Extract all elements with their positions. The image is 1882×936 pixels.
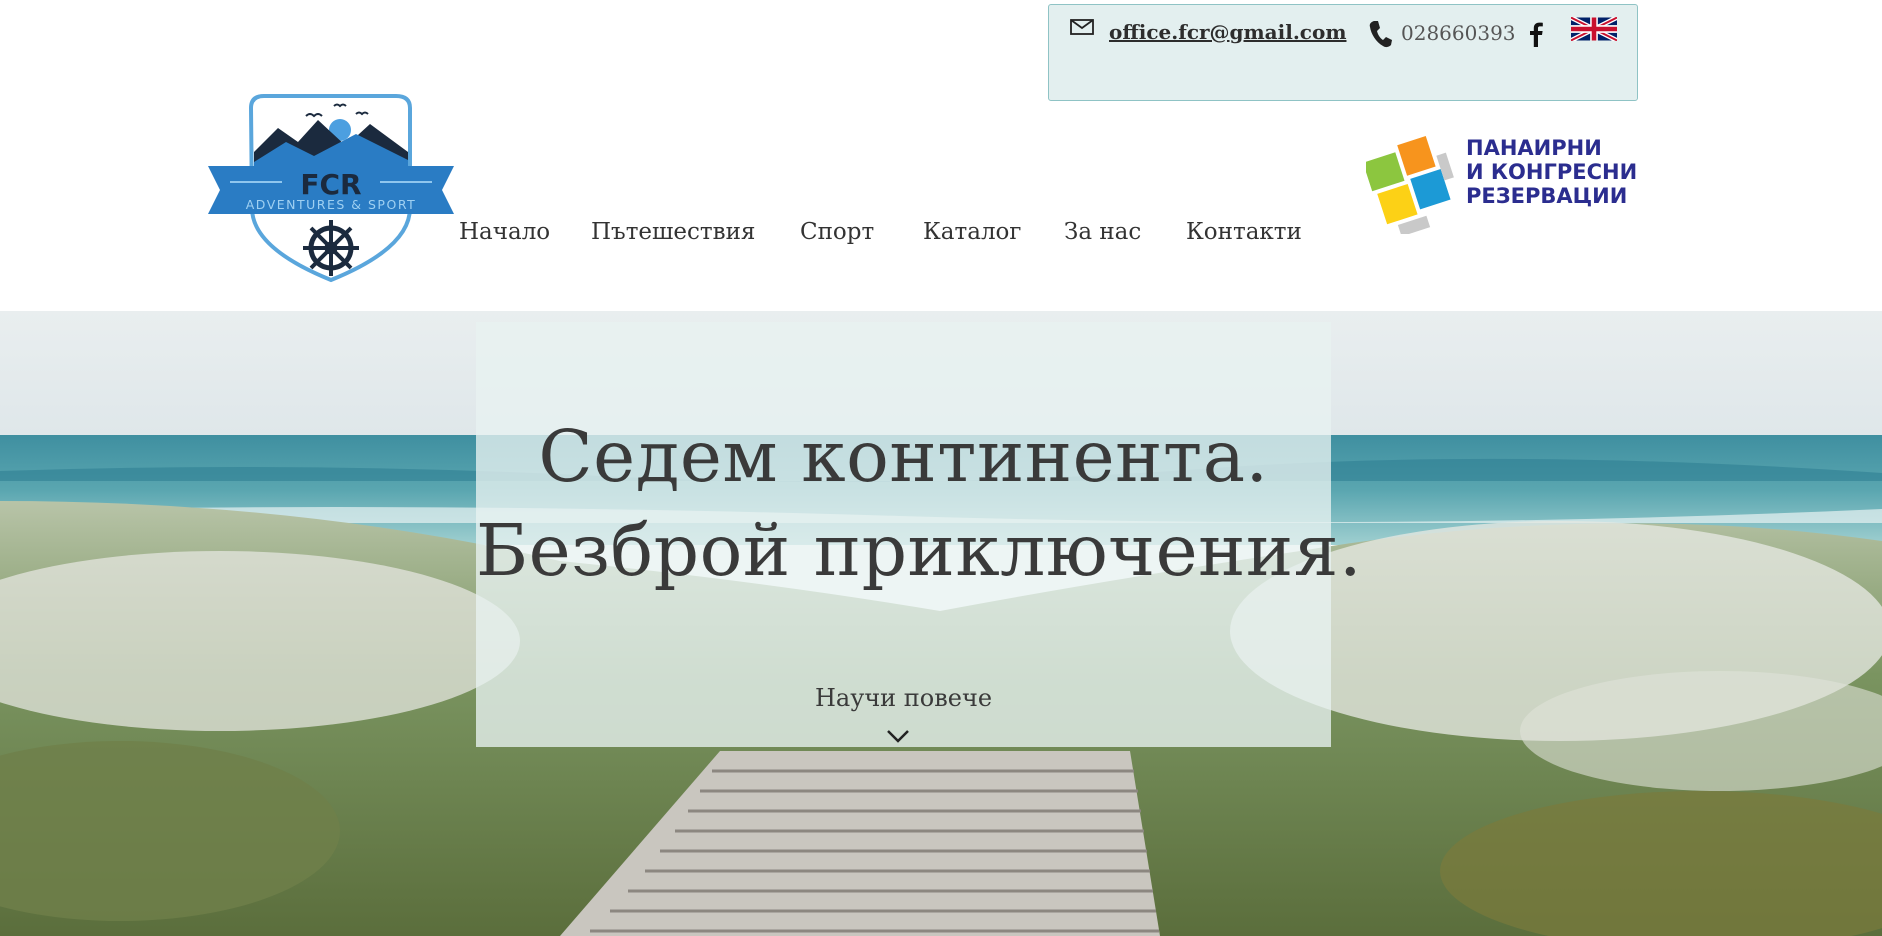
- nav-item-travel[interactable]: Пътешествия: [591, 219, 755, 245]
- hero-title-line-2: Безброй приключения.: [476, 509, 1363, 592]
- learn-more-link[interactable]: Научи повече: [476, 684, 1331, 712]
- logo-tagline: ADVENTURES & SPORT: [246, 197, 416, 212]
- partner-name: ПАНАИРНИ И КОНГРЕСНИ РЕЗЕРВАЦИИ: [1466, 136, 1637, 208]
- hero-panel: Седем континента. Безброй приключения. Н…: [476, 322, 1363, 748]
- nav-item-home[interactable]: Начало: [459, 219, 550, 245]
- phone-number[interactable]: 028660393: [1401, 21, 1516, 45]
- hero-title: Седем континента. Безброй приключения.: [476, 410, 1363, 598]
- partner-line-1: ПАНАИРНИ: [1466, 136, 1602, 160]
- site-header: office.fcr@gmail.com 028660393 FCR ADVEN…: [0, 0, 1882, 311]
- partner-line-2: И КОНГРЕСНИ: [1466, 160, 1638, 184]
- nav-item-sport[interactable]: Спорт: [800, 219, 874, 245]
- chevron-down-icon[interactable]: [885, 728, 911, 748]
- mail-icon: [1069, 17, 1095, 41]
- contact-bar: office.fcr@gmail.com 028660393: [1048, 4, 1638, 101]
- uk-flag-icon[interactable]: [1569, 15, 1619, 45]
- hero-section: Седем континента. Безброй приключения. Н…: [0, 311, 1882, 936]
- fcr-logo[interactable]: FCR ADVENTURES & SPORT: [206, 90, 456, 286]
- partner-line-3: РЕЗЕРВАЦИИ: [1466, 184, 1628, 208]
- phone-icon: [1367, 19, 1393, 53]
- nav-item-about[interactable]: За нас: [1064, 219, 1141, 245]
- partner-logo[interactable]: ПАНАИРНИ И КОНГРЕСНИ РЕЗЕРВАЦИИ: [1366, 134, 1646, 236]
- nav-item-contacts[interactable]: Контакти: [1186, 219, 1302, 245]
- hero-title-line-1: Седем континента.: [538, 415, 1269, 498]
- nav-item-catalog[interactable]: Каталог: [923, 219, 1021, 245]
- facebook-icon[interactable]: [1527, 21, 1545, 51]
- email-link[interactable]: office.fcr@gmail.com: [1109, 20, 1346, 44]
